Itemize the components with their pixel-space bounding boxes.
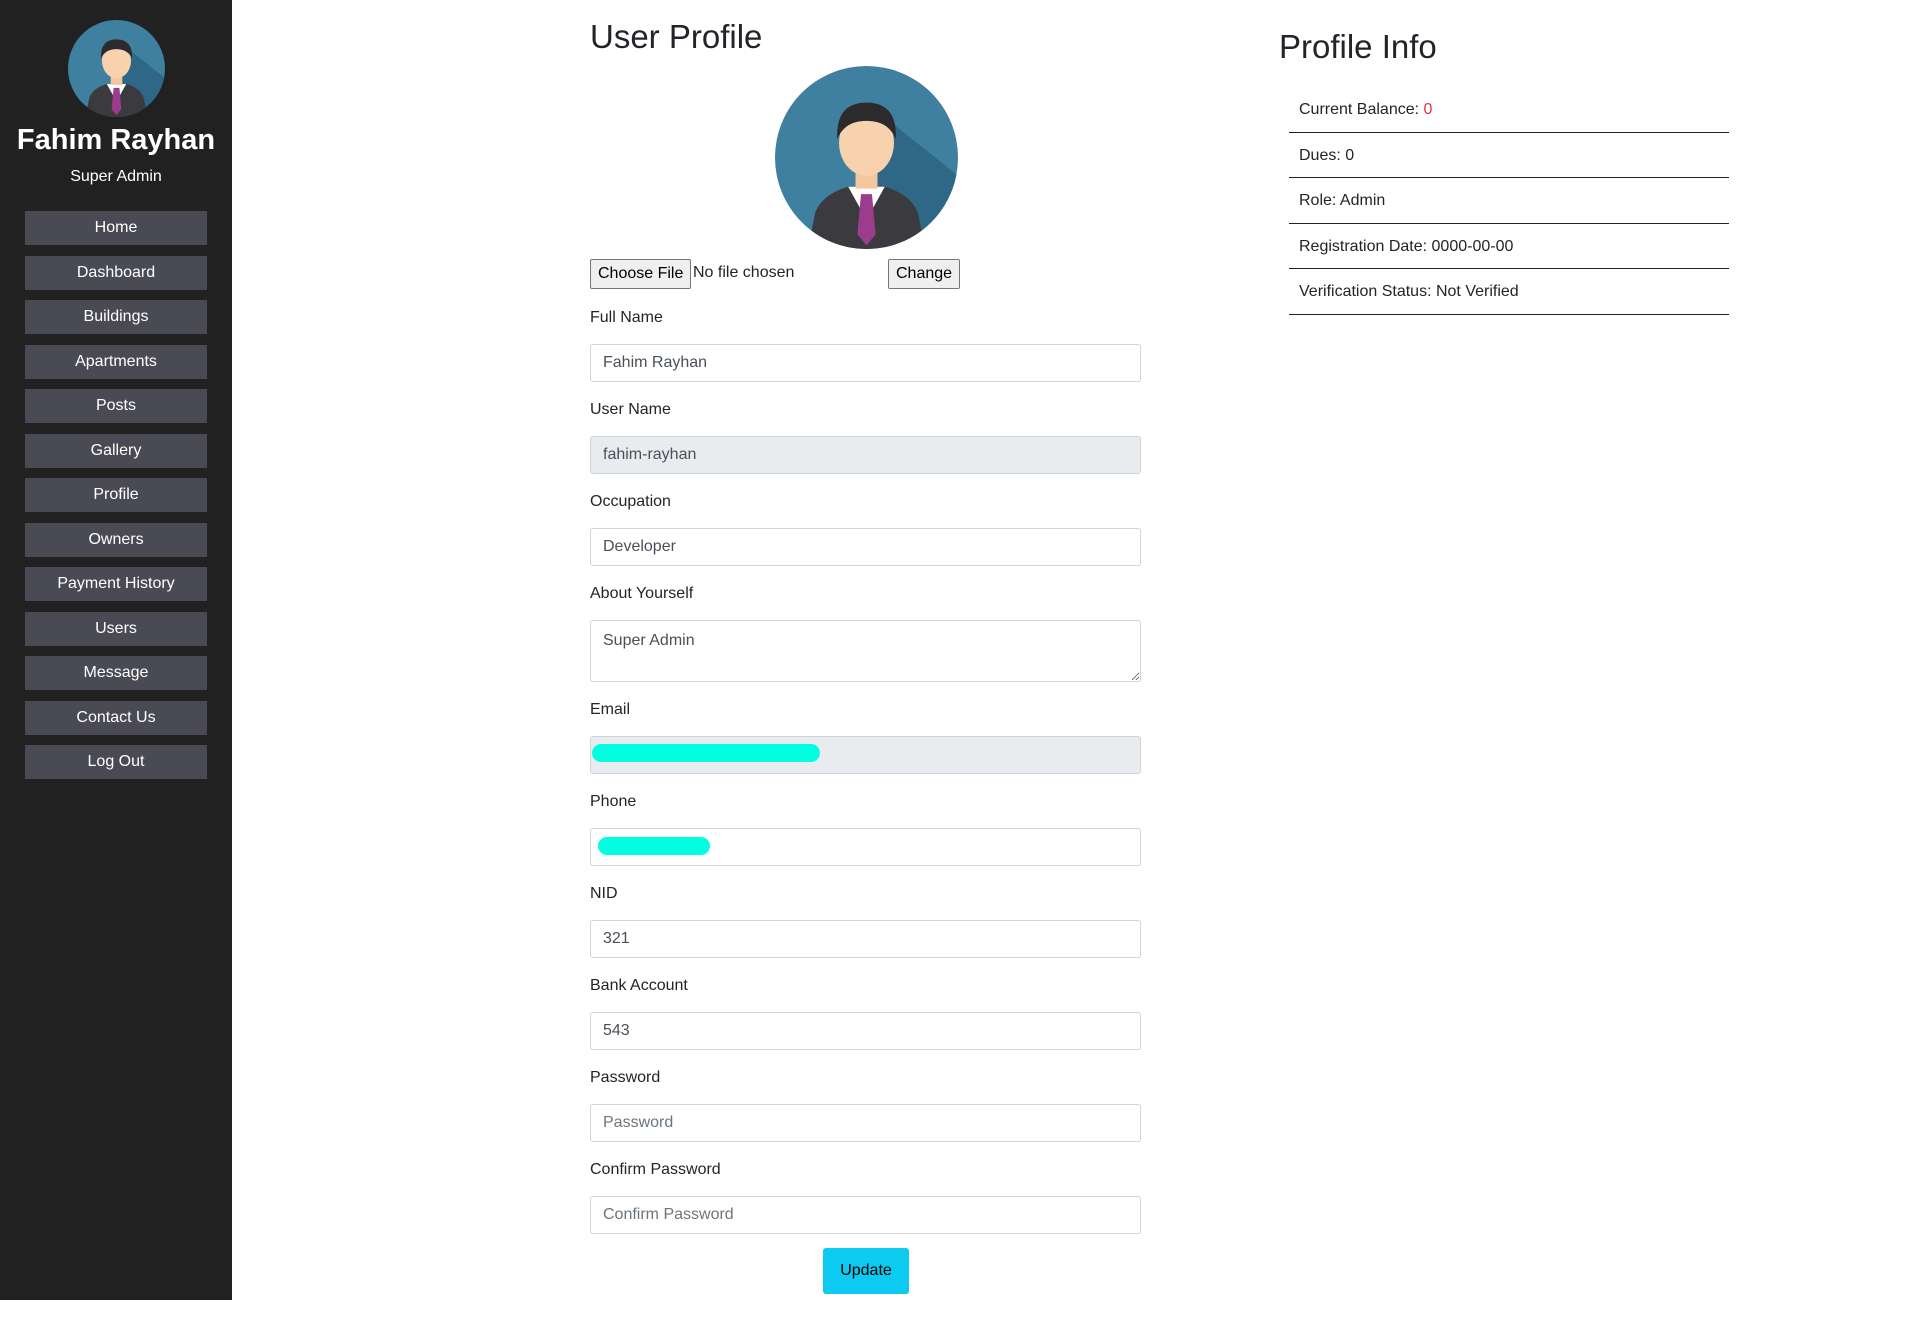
sidebar-item-gallery[interactable]: Gallery [25,433,207,468]
phone-label: Phone [590,793,637,810]
dues-value: 0 [1345,146,1355,164]
user-avatar-icon [775,66,958,249]
role-item: Role: Admin [1289,178,1729,224]
sidebar-item-profile[interactable]: Profile [25,478,207,512]
change-avatar-button[interactable]: Change [888,259,961,289]
confirm-password-label: Confirm Password [590,1161,721,1178]
full-name-group: Full Name [590,307,1141,382]
profile-info-list: Current Balance: 0 Dues: 0 Role: Admin R… [1289,87,1729,315]
sidebar-item-contact-us[interactable]: Contact Us [25,700,207,735]
occupation-label: Occupation [590,493,671,510]
profile-info-title: Profile Info [1279,28,1437,65]
user-name-input[interactable] [590,436,1141,474]
role-label: Role: [1299,192,1340,209]
user-avatar-icon [68,20,165,117]
user-name-label: User Name [590,401,671,418]
profile-form: Full Name User Name Occupation About You… [590,307,1141,1251]
sidebar-item-users[interactable]: Users [25,611,207,646]
page-title: User Profile [590,18,763,55]
dues-item: Dues: 0 [1289,133,1729,178]
user-name-group: User Name [590,399,1141,474]
occupation-group: Occupation [590,491,1141,566]
sidebar-nav: Home Dashboard Buildings Apartments Post… [25,211,207,790]
nid-group: NID [590,883,1141,958]
sidebar-item-log-out[interactable]: Log Out [25,745,207,779]
sidebar-item-posts[interactable]: Posts [25,389,207,423]
choose-file-button[interactable]: Choose File [590,259,692,289]
no-file-text: No file chosen [693,264,795,281]
bank-account-group: Bank Account [590,975,1141,1050]
role-value: Admin [1339,192,1386,209]
password-label: Password [590,1069,661,1086]
bank-account-input[interactable] [590,1012,1141,1050]
sidebar-item-message[interactable]: Message [25,656,207,690]
dues-label: Dues: [1299,146,1346,164]
sidebar-item-apartments[interactable]: Apartments [25,344,207,379]
nid-label: NID [590,885,618,902]
full-name-input[interactable] [590,344,1141,382]
email-label: Email [590,701,631,718]
registration-date-item: Registration Date: 0000-00-00 [1289,224,1729,269]
about-label: About Yourself [590,585,694,602]
bank-account-label: Bank Account [590,977,688,994]
about-textarea[interactable]: Super Admin [590,620,1141,682]
current-balance-value: 0 [1423,101,1433,118]
password-group: Password [590,1067,1141,1142]
current-balance-item: Current Balance: 0 [1289,87,1729,133]
confirm-password-input[interactable] [590,1196,1141,1234]
sidebar-user-role: Super Admin [70,168,162,185]
occupation-input[interactable] [590,528,1141,566]
email-redaction-mark [592,744,820,762]
sidebar-item-payment-history[interactable]: Payment History [25,567,207,601]
update-button[interactable]: Update [823,1248,909,1294]
email-group: Email [590,699,1141,774]
sidebar-item-home[interactable]: Home [25,211,207,245]
registration-date-value: 0000-00-00 [1431,237,1514,255]
sidebar-item-dashboard[interactable]: Dashboard [25,255,207,290]
sidebar-item-buildings[interactable]: Buildings [25,300,207,334]
registration-date-label: Registration Date: [1299,237,1432,255]
about-group: About Yourself Super Admin [590,583,1141,682]
sidebar: Fahim Rayhan Super Admin Home Dashboard … [0,0,232,1300]
password-input[interactable] [590,1104,1141,1142]
nid-input[interactable] [590,920,1141,958]
confirm-password-group: Confirm Password [590,1159,1141,1234]
current-balance-label: Current Balance: [1299,101,1424,118]
sidebar-item-owners[interactable]: Owners [25,522,207,557]
phone-redaction-mark [598,837,710,855]
sidebar-user-name: Fahim Rayhan [16,124,216,156]
full-name-label: Full Name [590,309,663,326]
verification-status-label: Verification Status: [1299,283,1436,300]
phone-group: Phone [590,791,1141,866]
verification-status-item: Verification Status: Not Verified [1289,269,1729,315]
verification-status-value: Not Verified [1435,283,1519,300]
